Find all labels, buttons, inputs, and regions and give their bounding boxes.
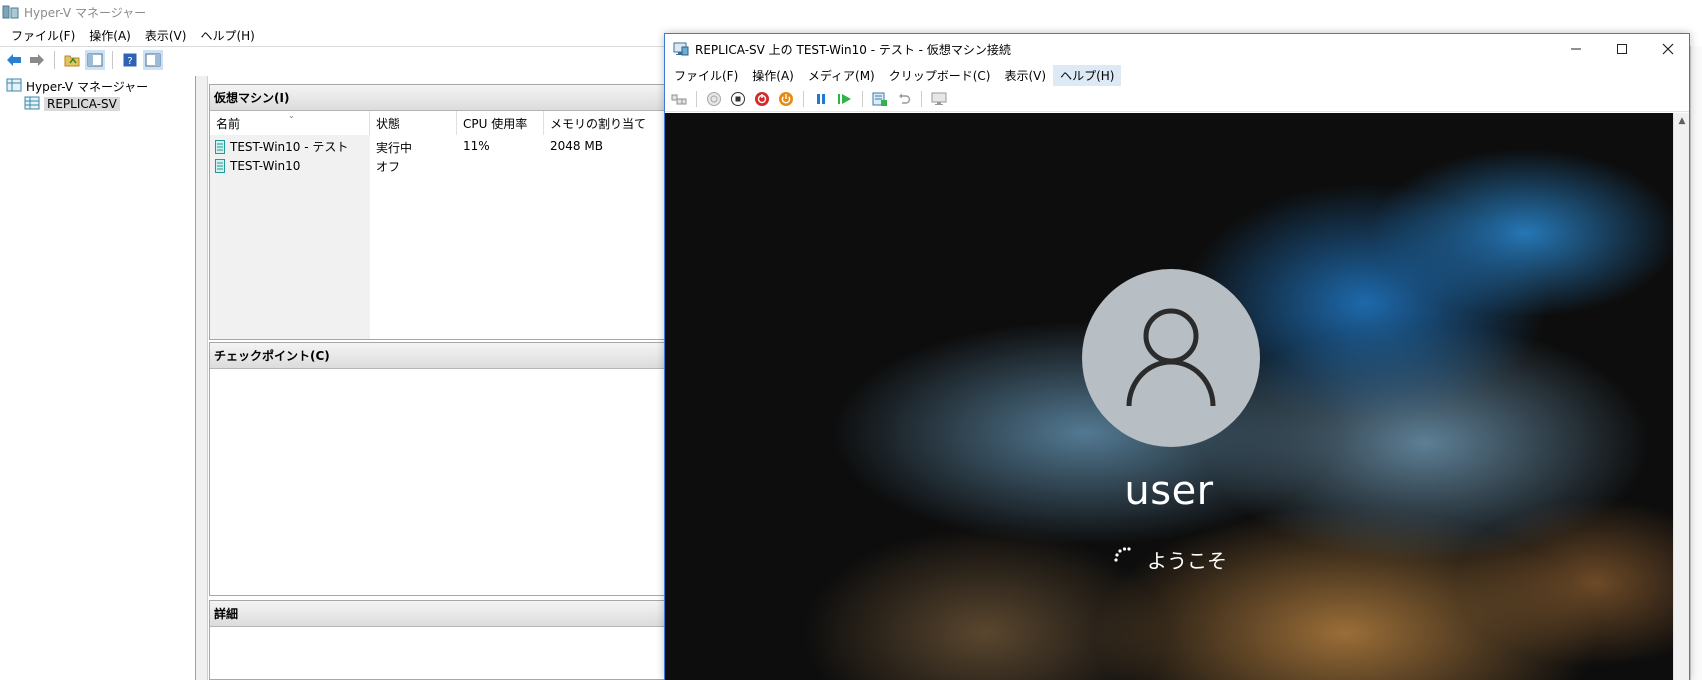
ctrl-alt-del-icon[interactable] bbox=[669, 89, 689, 109]
vm-connection-title-bar[interactable]: REPLICA-SV 上の TEST-Win10 - テスト - 仮想マシン接続 bbox=[665, 34, 1689, 64]
loading-spinner-icon bbox=[1109, 544, 1135, 575]
back-arrow-icon[interactable] bbox=[4, 50, 24, 70]
checkpoints-pane: チェックポイント(C) bbox=[209, 342, 669, 596]
vmc-menu-file[interactable]: ファイル(F) bbox=[667, 65, 745, 86]
user-avatar bbox=[1082, 269, 1260, 447]
vm-name-cell: TEST-Win10 - テスト bbox=[215, 137, 348, 156]
vm-connection-title: REPLICA-SV 上の TEST-Win10 - テスト - 仮想マシン接続 bbox=[695, 42, 1011, 57]
toolbar-divider bbox=[112, 50, 113, 69]
reset-icon[interactable] bbox=[835, 89, 855, 109]
help-icon[interactable]: ? bbox=[120, 50, 140, 70]
console-tree: Hyper-V マネージャー REPLICA-SV bbox=[0, 76, 196, 680]
hyperv-manager-icon bbox=[2, 4, 20, 20]
shutdown-icon[interactable] bbox=[752, 89, 772, 109]
vm-pane-header: 仮想マシン(I) bbox=[210, 85, 668, 111]
enhanced-session-icon[interactable] bbox=[929, 89, 949, 109]
menu-help[interactable]: ヘルプ(H) bbox=[193, 25, 261, 46]
column-header-name-label: 名前 bbox=[216, 116, 241, 131]
toolbar-divider bbox=[921, 90, 922, 107]
virtual-machines-pane: 仮想マシン(I) 名前 ⌄ 状態 CPU 使用率 メモリの割り当て TEST-W… bbox=[209, 84, 669, 340]
vmc-menu-action[interactable]: 操作(A) bbox=[745, 65, 801, 86]
manager-title: Hyper-V マネージャー bbox=[24, 5, 147, 20]
hyperv-manager-icon bbox=[6, 78, 22, 95]
menu-file[interactable]: ファイル(F) bbox=[4, 25, 82, 46]
welcome-status: ようこそ bbox=[1109, 544, 1227, 575]
pane-splitter[interactable] bbox=[196, 76, 208, 680]
menu-view[interactable]: 表示(V) bbox=[138, 25, 194, 46]
up-folder-icon[interactable] bbox=[62, 50, 82, 70]
toolbar-divider bbox=[54, 50, 55, 69]
vm-table: 名前 ⌄ 状態 CPU 使用率 メモリの割り当て TEST-Win10 - テス… bbox=[210, 111, 668, 339]
minimize-icon[interactable] bbox=[1553, 34, 1599, 64]
manager-menu-bar: ファイル(F) 操作(A) 表示(V) ヘルプ(H) bbox=[0, 24, 262, 46]
column-header-memory[interactable]: メモリの割り当て bbox=[544, 111, 670, 135]
toolbar-divider bbox=[803, 90, 804, 107]
user-name: user bbox=[1124, 468, 1214, 514]
vmc-menu-help[interactable]: ヘルプ(H) bbox=[1053, 64, 1122, 86]
column-header-cpu[interactable]: CPU 使用率 bbox=[457, 111, 544, 135]
user-silhouette-icon bbox=[1121, 302, 1221, 415]
vm-state: 実行中 bbox=[376, 141, 413, 155]
vm-name: TEST-Win10 bbox=[230, 158, 301, 173]
vm-connection-menu-bar: ファイル(F) 操作(A) メディア(M) クリップボード(C) 表示(V) ヘ… bbox=[665, 64, 1122, 86]
details-pane: 詳細 bbox=[209, 600, 669, 680]
tree-label-root: Hyper-V マネージャー bbox=[26, 79, 149, 94]
vmc-menu-clipboard[interactable]: クリップボード(C) bbox=[882, 65, 998, 86]
save-icon[interactable] bbox=[776, 89, 796, 109]
manager-title-bar[interactable]: Hyper-V マネージャー bbox=[0, 0, 1702, 24]
server-icon bbox=[24, 96, 40, 113]
toolbar-divider bbox=[862, 90, 863, 107]
vm-state: オフ bbox=[376, 160, 401, 174]
vm-connection-toolbar bbox=[665, 86, 1689, 112]
toolbar-divider bbox=[696, 90, 697, 107]
scroll-up-arrow-icon[interactable]: ▲ bbox=[1674, 113, 1690, 129]
turn-off-icon[interactable] bbox=[728, 89, 748, 109]
vm-display[interactable]: user ようこそ bbox=[665, 113, 1673, 680]
vm-name-cell: TEST-Win10 bbox=[215, 156, 300, 175]
revert-icon[interactable] bbox=[894, 89, 914, 109]
svg-text:?: ? bbox=[127, 56, 132, 67]
vmc-menu-media[interactable]: メディア(M) bbox=[801, 65, 882, 86]
vm-connection-window: REPLICA-SV 上の TEST-Win10 - テスト - 仮想マシン接続… bbox=[664, 33, 1690, 680]
vm-connect-icon bbox=[673, 42, 689, 56]
maximize-icon[interactable] bbox=[1599, 34, 1645, 64]
sort-descending-icon: ⌄ bbox=[288, 111, 295, 120]
vm-memory: 2048 MB bbox=[550, 139, 603, 153]
start-icon[interactable] bbox=[704, 89, 724, 109]
pause-icon[interactable] bbox=[811, 89, 831, 109]
vertical-scrollbar[interactable]: ▲ bbox=[1673, 113, 1689, 680]
tree-label-server: REPLICA-SV bbox=[44, 97, 120, 111]
column-header-name[interactable]: 名前 ⌄ bbox=[210, 111, 370, 135]
manager-toolbar: ? bbox=[0, 46, 680, 72]
close-icon[interactable] bbox=[1645, 34, 1691, 64]
welcome-text: ようこそ bbox=[1147, 549, 1227, 573]
vmc-menu-view[interactable]: 表示(V) bbox=[998, 65, 1054, 86]
checkpoint-pane-header: チェックポイント(C) bbox=[210, 343, 668, 369]
detail-pane-header: 詳細 bbox=[210, 601, 668, 627]
forward-arrow-icon[interactable] bbox=[27, 50, 47, 70]
table-row[interactable]: TEST-Win10 - テスト 実行中 11% 2048 MB bbox=[210, 137, 670, 156]
column-header-state[interactable]: 状態 bbox=[370, 111, 457, 135]
menu-action[interactable]: 操作(A) bbox=[82, 25, 138, 46]
checkpoint-icon[interactable] bbox=[870, 89, 890, 109]
vm-cpu: 11% bbox=[463, 139, 490, 153]
vm-icon bbox=[215, 158, 225, 173]
tree-item-server[interactable]: REPLICA-SV bbox=[24, 95, 120, 113]
vm-name: TEST-Win10 - テスト bbox=[230, 140, 349, 154]
vm-icon bbox=[215, 139, 225, 154]
tree-item-hyperv-manager[interactable]: Hyper-V マネージャー bbox=[6, 77, 148, 95]
actions-pane-edge bbox=[1690, 46, 1702, 680]
table-row[interactable]: TEST-Win10 オフ bbox=[210, 156, 670, 175]
show-hide-console-tree-icon[interactable] bbox=[85, 49, 105, 70]
show-hide-action-pane-icon[interactable] bbox=[143, 49, 163, 70]
